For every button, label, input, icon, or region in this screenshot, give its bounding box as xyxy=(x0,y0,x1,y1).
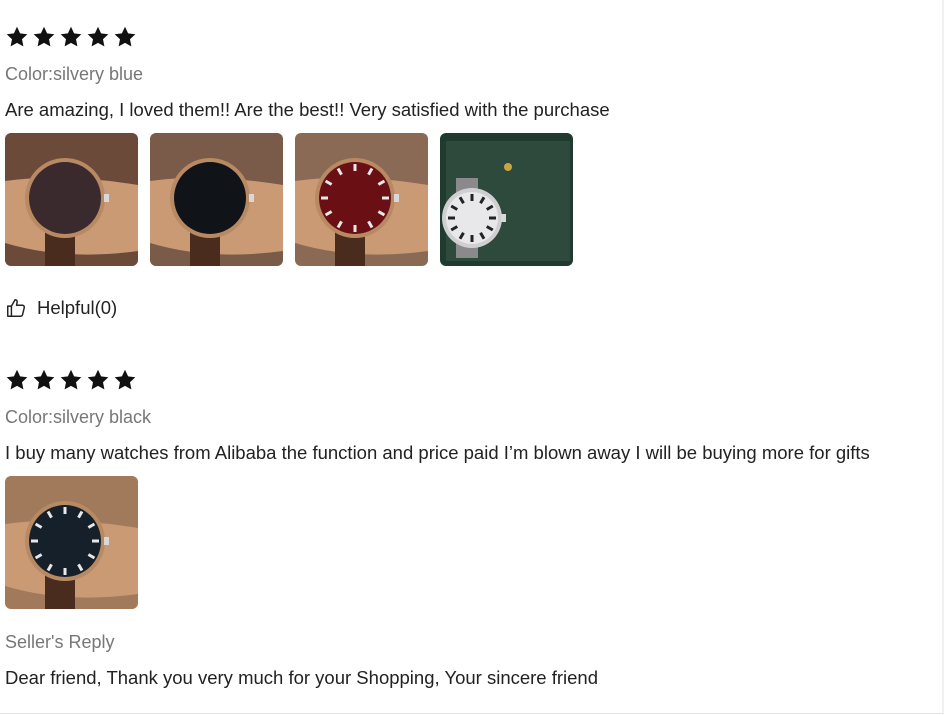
thumbs-up-icon xyxy=(5,297,27,319)
star-icon xyxy=(32,25,56,49)
review-item: Color:silvery black I buy many watches f… xyxy=(5,367,939,690)
watch-black-roman-dial-photo[interactable] xyxy=(5,476,138,609)
star-icon xyxy=(113,25,137,49)
review-photos xyxy=(5,133,939,266)
review-photos xyxy=(5,476,939,609)
star-icon xyxy=(86,368,110,392)
star-icon xyxy=(86,25,110,49)
divider xyxy=(0,713,944,714)
watch-on-wrist-photo[interactable] xyxy=(5,133,138,266)
color-variant-label: Color:silvery black xyxy=(5,407,152,427)
review-text: Are amazing, I loved them!! Are the best… xyxy=(5,99,610,120)
review-list: Color:silvery blue Are amazing, I loved … xyxy=(0,0,944,715)
star-icon xyxy=(5,368,29,392)
star-icon xyxy=(59,368,83,392)
star-icon xyxy=(5,25,29,49)
helpful-button[interactable]: Helpful(0) xyxy=(5,292,939,324)
star-rating xyxy=(5,24,939,50)
helpful-label: Helpful(0) xyxy=(37,297,118,318)
seller-reply-title: Seller's Reply xyxy=(5,632,115,652)
review-item: Color:silvery blue Are amazing, I loved … xyxy=(5,24,939,324)
star-icon xyxy=(32,368,56,392)
color-variant-label: Color:silvery blue xyxy=(5,64,144,84)
review-text: I buy many watches from Alibaba the func… xyxy=(5,442,870,463)
watch-white-dial-box-photo[interactable] xyxy=(440,133,573,266)
seller-reply-text: Dear friend, Thank you very much for you… xyxy=(5,667,599,688)
watch-app-menu-photo[interactable] xyxy=(150,133,283,266)
star-icon xyxy=(59,25,83,49)
star-rating xyxy=(5,367,939,393)
watch-red-roman-dial-photo[interactable] xyxy=(295,133,428,266)
star-icon xyxy=(113,368,137,392)
